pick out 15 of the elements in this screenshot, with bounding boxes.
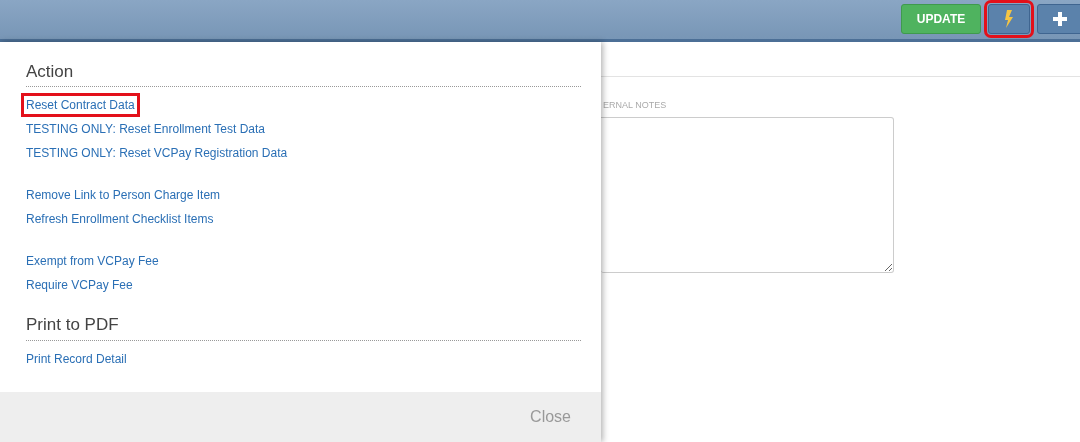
action-link[interactable]: Exempt from VCPay Fee	[21, 249, 164, 274]
action-link[interactable]: Remove Link to Person Charge Item	[21, 183, 226, 208]
add-button[interactable]	[1037, 4, 1080, 34]
action-link[interactable]: TESTING ONLY: Reset VCPay Registration Data	[21, 141, 293, 166]
lightning-icon	[1004, 10, 1014, 28]
section-heading: Action	[26, 62, 581, 88]
action-link[interactable]: Print Record Detail	[21, 346, 132, 371]
field-label: ERNAL NOTES	[603, 99, 667, 112]
plus-icon	[1053, 12, 1067, 26]
section-heading: Print to PDF	[26, 315, 581, 341]
action-link[interactable]: Refresh Enrollment Checklist Items	[21, 207, 219, 232]
action-link[interactable]: Require VCPay Fee	[21, 273, 138, 298]
action-link[interactable]: Reset Contract Data	[21, 93, 140, 118]
notes-field[interactable]	[601, 117, 894, 273]
action-link[interactable]: TESTING ONLY: Reset Enrollment Test Data	[21, 117, 270, 142]
